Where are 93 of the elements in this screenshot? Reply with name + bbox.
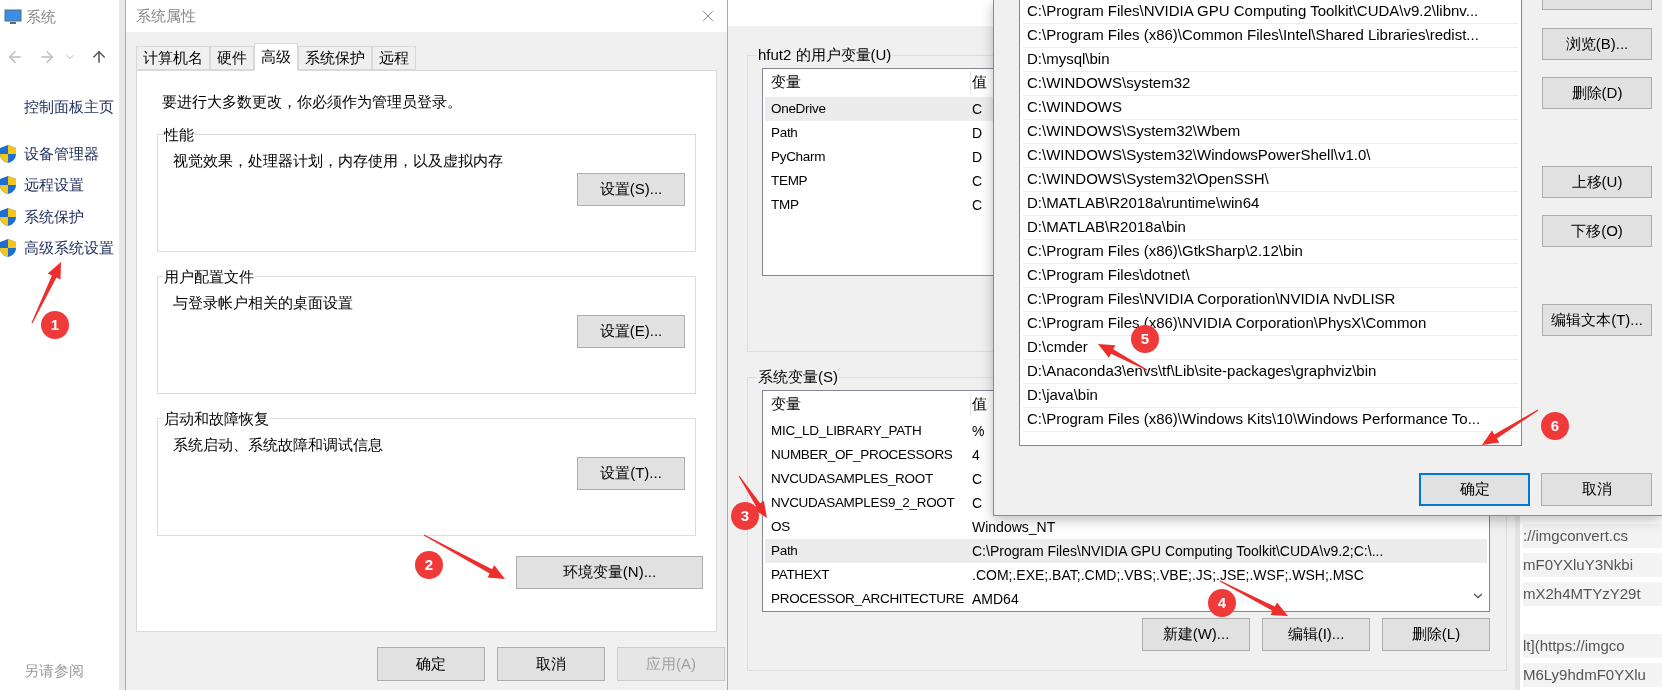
tab[interactable]: 计算机名 bbox=[136, 46, 210, 70]
tab[interactable]: 高级 bbox=[254, 43, 298, 71]
up-icon[interactable] bbox=[90, 48, 108, 66]
variable-action-button[interactable]: 新建(W)... bbox=[1142, 617, 1250, 651]
group-title: 性能 bbox=[163, 124, 195, 145]
dialog-button[interactable]: 取消 bbox=[497, 647, 605, 681]
settings-button[interactable]: 设置(S)... bbox=[577, 172, 685, 206]
path-entry[interactable]: C:\WINDOWS\System32\WindowsPowerShell\v1.0\ bbox=[1023, 144, 1518, 168]
partial-button[interactable] bbox=[1542, 0, 1652, 10]
variable-name[interactable]: Path bbox=[765, 538, 972, 563]
variable-value[interactable]: 4 bbox=[972, 442, 980, 467]
path-entry[interactable]: C:\WINDOWS bbox=[1023, 96, 1518, 120]
variable-action-button[interactable]: 编辑(I)... bbox=[1262, 617, 1370, 651]
settings-button[interactable]: 设置(T)... bbox=[577, 456, 685, 490]
column-header: 变量 bbox=[763, 393, 971, 416]
variable-name[interactable]: PyCharm bbox=[765, 144, 972, 169]
path-action-button[interactable]: 编辑文本(T)... bbox=[1542, 304, 1652, 336]
path-entry[interactable]: D:\mysql\bin bbox=[1023, 48, 1518, 72]
shield-icon bbox=[0, 239, 16, 258]
dialog-button[interactable]: 确定 bbox=[377, 647, 485, 681]
variable-action-button[interactable]: 删除(L) bbox=[1382, 617, 1490, 651]
variable-name[interactable]: MIC_LD_LIBRARY_PATH bbox=[765, 418, 972, 443]
path-entry[interactable]: D:\MATLAB\R2018a\bin bbox=[1023, 216, 1518, 240]
path-entry[interactable]: C:\WINDOWS\System32\Wbem bbox=[1023, 120, 1518, 144]
window-title: 系统 bbox=[26, 6, 56, 27]
path-action-button[interactable]: 删除(D) bbox=[1542, 77, 1652, 109]
variable-value[interactable]: C:\Program Files\NVIDIA GPU Computing Toolkit\CUDA\v9.2;C:\... bbox=[972, 538, 1487, 563]
dialog-button[interactable]: 确定 bbox=[1419, 473, 1530, 506]
variable-value[interactable]: C bbox=[972, 490, 983, 515]
settings-button[interactable]: 设置(E)... bbox=[577, 314, 685, 348]
variable-value[interactable]: C bbox=[972, 466, 983, 491]
variable-name[interactable]: Path bbox=[765, 120, 972, 145]
group-title: 启动和故障恢复 bbox=[163, 408, 270, 429]
annotation-arrow bbox=[1219, 580, 1288, 616]
home-link[interactable]: 控制面板主页 bbox=[24, 96, 119, 119]
variable-value[interactable]: % bbox=[972, 418, 985, 443]
back-icon[interactable] bbox=[6, 48, 24, 66]
window-title: 系统属性 bbox=[136, 5, 196, 26]
forward-icon[interactable] bbox=[38, 48, 56, 66]
variable-value[interactable]: .COM;.EXE;.BAT;.CMD;.VBS;.VBE;.JS;.JSE;.WSF;.WSH;.MSC bbox=[972, 562, 1364, 587]
path-entry[interactable]: C:\Program Files (x86)\Common Files\Intel\Shared Libraries\redist... bbox=[1023, 24, 1518, 48]
path-entry[interactable]: C:\WINDOWS\system32 bbox=[1023, 72, 1518, 96]
variable-value[interactable]: D bbox=[972, 144, 983, 169]
task-link[interactable]: 远程设置 bbox=[24, 174, 84, 197]
path-action-button[interactable]: 上移(U) bbox=[1542, 166, 1652, 198]
variable-value[interactable]: Windows_NT bbox=[972, 514, 1056, 539]
task-link[interactable]: 高级系统设置 bbox=[24, 237, 114, 260]
variable-name[interactable]: NVCUDASAMPLES9_2_ROOT bbox=[765, 490, 972, 515]
variable-name[interactable]: NVCUDASAMPLES_ROOT bbox=[765, 466, 972, 491]
variable-value[interactable]: AMD64 bbox=[972, 586, 1019, 611]
variable-name[interactable]: PATHEXT bbox=[765, 562, 972, 587]
see-also-heading: 另请参阅 bbox=[24, 660, 85, 681]
variable-value[interactable]: C bbox=[972, 192, 983, 217]
environment-variables-button[interactable]: 环境变量(N)... bbox=[516, 555, 703, 589]
path-entry[interactable]: C:\Program Files\dotnet\ bbox=[1023, 264, 1518, 288]
task-link[interactable]: 系统保护 bbox=[24, 205, 84, 228]
variable-name[interactable]: TMP bbox=[765, 192, 972, 217]
tab[interactable]: 硬件 bbox=[210, 46, 254, 70]
group-description: 视觉效果，处理器计划，内存使用，以及虚拟内存 bbox=[173, 151, 504, 171]
shield-icon bbox=[0, 207, 16, 226]
path-entry[interactable]: C:\Program Files\NVIDIA Corporation\NVIDIA NvDLISR bbox=[1023, 288, 1518, 312]
path-entry[interactable]: D:\Anaconda3\envs\tf\Lib\site-packages\graphviz\bin bbox=[1023, 360, 1518, 384]
path-entry[interactable]: D:\MATLAB\R2018a\runtime\win64 bbox=[1023, 192, 1518, 216]
variable-name[interactable]: OneDrive bbox=[765, 96, 972, 121]
path-entry[interactable]: D:\java\bin bbox=[1023, 384, 1518, 408]
monitor-icon bbox=[4, 9, 22, 25]
path-entry[interactable]: C:\WINDOWS\System32\OpenSSH\ bbox=[1023, 168, 1518, 192]
column-header: 值 bbox=[971, 72, 987, 93]
variable-name[interactable]: PROCESSOR_ARCHITECTURE bbox=[765, 586, 972, 611]
column-header: 变量 bbox=[763, 71, 971, 94]
shield-icon bbox=[0, 176, 16, 195]
group-title: hfut2 的用户变量(U) bbox=[757, 45, 893, 65]
shield-icon bbox=[0, 144, 16, 163]
annotation-arrow bbox=[1482, 409, 1539, 445]
task-link[interactable]: 设备管理器 bbox=[24, 142, 99, 165]
group-title: 用户配置文件 bbox=[163, 266, 255, 287]
path-entry[interactable]: C:\Program Files\NVIDIA GPU Computing Toolkit\CUDA\v9.2\libnv... bbox=[1023, 0, 1518, 24]
path-action-button[interactable]: 下移(O) bbox=[1542, 215, 1652, 247]
variable-name[interactable]: TEMP bbox=[765, 168, 972, 193]
tab[interactable]: 远程 bbox=[372, 46, 416, 70]
path-entry[interactable]: C:\Program Files (x86)\GtkSharp\2.12\bin bbox=[1023, 240, 1518, 264]
variable-value[interactable]: D bbox=[972, 120, 983, 145]
tab[interactable]: 系统保护 bbox=[298, 46, 372, 70]
column-header: 值 bbox=[971, 394, 987, 415]
variable-name[interactable]: NUMBER_OF_PROCESSORS bbox=[765, 442, 972, 467]
group-description: 系统启动、系统故障和调试信息 bbox=[173, 435, 384, 455]
path-action-button[interactable]: 浏览(B)... bbox=[1542, 28, 1652, 60]
variable-value[interactable]: C bbox=[972, 168, 983, 193]
admin-note: 要进行大多数更改，你必须作为管理员登录。 bbox=[162, 92, 463, 112]
group-description: 与登录帐户相关的桌面设置 bbox=[173, 293, 354, 313]
dialog-button[interactable]: 取消 bbox=[1541, 473, 1652, 506]
variable-name[interactable]: OS bbox=[765, 514, 972, 539]
group-title: 系统变量(S) bbox=[757, 367, 839, 387]
